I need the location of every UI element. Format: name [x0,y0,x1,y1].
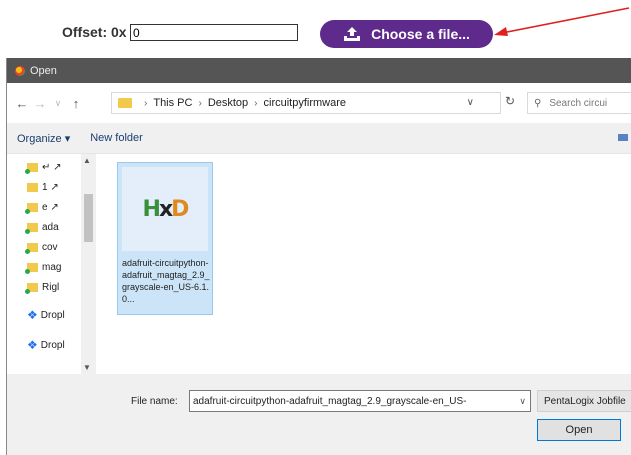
dialog-toolbar: Organize ▾ New folder [7,123,631,154]
nav-item[interactable]: 1 ↗ [27,178,59,196]
nav-item-label: ↵ ↗ [42,161,62,173]
new-folder-button[interactable]: New folder [90,132,143,144]
search-input[interactable]: ⚲ Search circui [527,92,631,114]
nav-item-dropbox[interactable]: ❖ Dropl [27,306,65,324]
search-icon: ⚲ [534,97,542,109]
choose-file-label: Choose a file... [371,26,470,42]
file-thumbnail: HxD [122,167,208,251]
organize-button[interactable]: Organize ▾ [17,132,70,145]
chevron-down-icon[interactable]: ∨ [519,396,526,407]
search-placeholder: Search circui [549,97,608,109]
offset-label: Offset: 0x [62,24,127,40]
file-name-field-label: File name: [131,396,178,407]
nav-item[interactable]: ada [25,218,59,236]
nav-item-label: Dropl [40,309,65,321]
navigation-bar: ← → ∨ ↑ › This PC › Desktop › circuitpyf… [7,83,631,123]
nav-scrollbar[interactable]: ▲ ▼ [81,154,96,374]
chrome-icon [15,65,25,76]
dropbox-icon: ❖ [27,338,38,352]
folder-icon [25,222,38,234]
nav-item-label: e ↗ [42,201,59,213]
nav-item[interactable]: e ↗ [25,198,59,216]
nav-item[interactable]: cov [25,238,58,256]
folder-icon [25,282,38,294]
nav-item[interactable]: Rigl [25,278,60,296]
nav-item-label: cov [42,241,58,253]
file-list-area: HxD adafruit-circuitpython-adafruit_magt… [99,154,631,374]
open-button[interactable]: Open [537,419,621,441]
chevron-down-icon[interactable]: ∨ [467,97,474,108]
red-arrow-annotation [494,7,630,36]
forward-arrow-icon[interactable]: → [31,96,49,111]
file-name-label: adafruit-circuitpython-adafruit_magtag_2… [122,258,210,304]
dialog-titlebar: Open [7,58,631,83]
refresh-icon[interactable]: ↻ [505,94,515,108]
scroll-up-icon[interactable]: ▲ [83,156,91,165]
file-item-selected[interactable]: HxD adafruit-circuitpython-adafruit_magt… [117,162,213,315]
breadcrumb-this-pc[interactable]: This PC [153,97,192,109]
scrollbar-thumb[interactable] [84,194,93,242]
folder-icon [27,182,38,192]
open-file-dialog: Open ← → ∨ ↑ › This PC › Desktop › circu… [6,58,631,455]
breadcrumb-desktop[interactable]: Desktop [208,97,248,109]
nav-item-label: Dropl [40,339,65,351]
navigation-pane: ↵ ↗ 1 ↗ e ↗ ada cov mag Rigl ❖ Dropl ❖ D… [7,154,99,374]
page-header: Offset: 0x Choose a file... [0,0,631,58]
file-type-select[interactable]: PentaLogix Jobfile [537,390,631,412]
file-name-value: adafruit-circuitpython-adafruit_magtag_2… [193,395,467,407]
offset-input[interactable] [130,24,298,41]
file-type-value: PentaLogix Jobfile [544,395,626,407]
folder-icon [118,98,132,108]
scroll-down-icon[interactable]: ▼ [83,363,91,372]
dropbox-icon: ❖ [27,308,38,322]
chevron-right-icon: › [198,97,202,109]
nav-item[interactable]: mag [25,258,62,276]
nav-item-label: ada [42,221,59,233]
address-bar[interactable]: › This PC › Desktop › circuitpyfirmware … [111,92,501,114]
nav-item-label: mag [42,261,62,273]
upload-icon [343,26,361,42]
choose-file-button[interactable]: Choose a file... [320,20,493,48]
nav-item-label: 1 ↗ [42,181,59,193]
nav-item-dropbox[interactable]: ❖ Dropl [27,336,65,354]
nav-item[interactable]: ↵ ↗ [25,158,62,176]
folder-icon [25,242,38,254]
view-options-icon[interactable] [618,134,628,141]
back-arrow-icon[interactable]: ← [13,96,31,111]
chevron-right-icon: › [144,97,148,109]
dialog-bottom-bar: File name: adafruit-circuitpython-adafru… [7,374,631,455]
chevron-right-icon: › [254,97,258,109]
folder-icon [25,202,38,214]
breadcrumb-circuitpyfirmware[interactable]: circuitpyfirmware [264,97,347,109]
dialog-title: Open [30,64,57,77]
folder-icon [25,262,38,274]
nav-item-label: Rigl [42,281,60,293]
hxd-logo-icon: HxD [142,196,190,222]
recent-dropdown-icon[interactable]: ∨ [49,98,67,109]
folder-icon [25,162,38,174]
up-arrow-icon[interactable]: ↑ [67,96,85,111]
file-name-input[interactable]: adafruit-circuitpython-adafruit_magtag_2… [189,390,531,412]
